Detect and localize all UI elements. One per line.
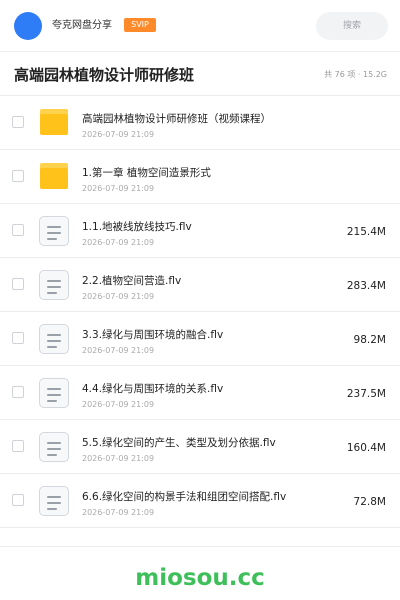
file-name[interactable]: 4.4.绿化与周围环境的关系.flv	[82, 382, 223, 396]
app-header: 夸克网盘分享 SVIP 搜索	[0, 0, 400, 52]
search-button[interactable]: 搜索	[316, 12, 388, 40]
folder-row[interactable]: 1.第一章 植物空间造景形式 2026-07-09 21:09	[0, 150, 400, 204]
select-checkbox[interactable]	[12, 332, 24, 344]
file-row[interactable]: 3.3.绿化与周围环境的融合.flv 2026-07-09 21:09 98.2M	[0, 312, 400, 366]
file-size: 98.2M	[353, 334, 386, 346]
file-date: 2026-07-09 21:09	[82, 184, 155, 193]
select-checkbox[interactable]	[12, 386, 24, 398]
file-name[interactable]: 2.2.植物空间营造.flv	[82, 274, 181, 288]
page-title: 高端园林植物设计师研修班	[14, 66, 195, 84]
file-size: 215.4M	[346, 226, 386, 238]
select-checkbox[interactable]	[12, 494, 24, 506]
file-row[interactable]: 5.5.绿化空间的产生、类型及划分依据.flv 2026-07-09 21:09 1…	[0, 420, 400, 474]
video-file-icon	[38, 269, 70, 301]
folder-row[interactable]: 高端园林植物设计师研修班（视频课程） 2026-07-09 21:09	[0, 96, 400, 150]
file-row[interactable]: 6.6.绿化空间的构景手法和组团空间搭配.flv 2026-07-09 21:09…	[0, 474, 400, 528]
sharer-name: 夸克网盘分享	[52, 20, 112, 31]
file-row[interactable]: 1.1.地被线放线技巧.flv 2026-07-09 21:09 215.4M	[0, 204, 400, 258]
watermark-logo: miosou.cc	[135, 565, 265, 591]
file-date: 2026-07-09 21:09	[82, 346, 155, 355]
svip-badge: SVIP	[124, 18, 156, 32]
folder-stats: 共 76 项 · 15.2G	[324, 70, 387, 79]
video-file-icon	[38, 377, 70, 409]
footer-divider	[0, 546, 400, 547]
file-list: 高端园林植物设计师研修班（视频课程） 2026-07-09 21:09 1.第一章 …	[0, 96, 400, 528]
file-date: 2026-07-09 21:09	[82, 292, 155, 301]
select-checkbox[interactable]	[12, 116, 24, 128]
folder-icon	[38, 161, 70, 193]
folder-icon	[38, 107, 70, 139]
file-name[interactable]: 6.6.绿化空间的构景手法和组团空间搭配.flv	[82, 490, 286, 504]
file-date: 2026-07-09 21:09	[82, 508, 155, 517]
file-row[interactable]: 2.2.植物空间营造.flv 2026-07-09 21:09 283.4M	[0, 258, 400, 312]
file-date: 2026-07-09 21:09	[82, 130, 155, 139]
select-checkbox[interactable]	[12, 440, 24, 452]
file-size: 72.8M	[353, 496, 386, 508]
file-name[interactable]: 5.5.绿化空间的产生、类型及划分依据.flv	[82, 436, 276, 450]
video-file-icon	[38, 485, 70, 517]
file-name[interactable]: 1.第一章 植物空间造景形式	[82, 166, 211, 180]
file-row[interactable]: 4.4.绿化与周围环境的关系.flv 2026-07-09 21:09 237.5M	[0, 366, 400, 420]
video-file-icon	[38, 215, 70, 247]
user-avatar[interactable]	[14, 12, 42, 40]
select-checkbox[interactable]	[12, 170, 24, 182]
select-checkbox[interactable]	[12, 224, 24, 236]
file-size: 237.5M	[346, 388, 386, 400]
file-name[interactable]: 1.1.地被线放线技巧.flv	[82, 220, 192, 234]
file-size: 283.4M	[346, 280, 386, 292]
file-size: 160.4M	[346, 442, 386, 454]
video-file-icon	[38, 323, 70, 355]
select-checkbox[interactable]	[12, 278, 24, 290]
file-date: 2026-07-09 21:09	[82, 454, 155, 463]
file-name[interactable]: 高端园林植物设计师研修班（视频课程）	[82, 112, 271, 126]
file-date: 2026-07-09 21:09	[82, 400, 155, 409]
video-file-icon	[38, 431, 70, 463]
folder-title-bar: 高端园林植物设计师研修班 共 76 项 · 15.2G	[0, 52, 400, 96]
file-date: 2026-07-09 21:09	[82, 238, 155, 247]
file-name[interactable]: 3.3.绿化与周围环境的融合.flv	[82, 328, 223, 342]
